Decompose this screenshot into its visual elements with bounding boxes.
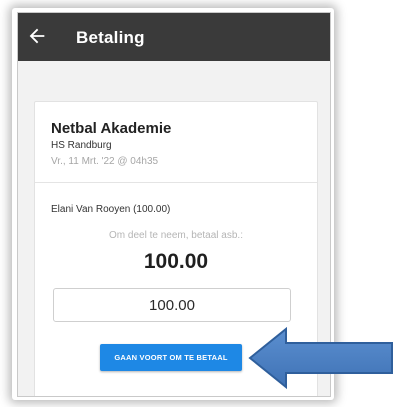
event-name: Netbal Akademie: [51, 120, 172, 137]
app-bar: Betaling: [18, 13, 330, 61]
event-school: HS Randburg: [51, 140, 112, 151]
continue-to-pay-button[interactable]: GAAN VOORT OM TE BETAAL: [100, 344, 242, 371]
screenshot-stage: Betaling Netbal Akademie HS Randburg Vr.…: [0, 0, 399, 407]
event-date: Vr., 11 Mrt. '22 @ 04h35: [51, 156, 159, 167]
page-title: Betaling: [76, 28, 145, 47]
amount-input[interactable]: [53, 288, 291, 322]
arrow-left-icon[interactable]: [26, 25, 48, 47]
member-line: Elani Van Rooyen (100.00): [51, 204, 171, 215]
event-header: Netbal Akademie HS Randburg Vr., 11 Mrt.…: [35, 102, 317, 183]
payment-prompt: Om deel te neem, betaal asb.:: [109, 230, 243, 241]
left-pointing-arrow-icon: [248, 326, 393, 390]
payment-amount: 100.00: [143, 250, 209, 273]
